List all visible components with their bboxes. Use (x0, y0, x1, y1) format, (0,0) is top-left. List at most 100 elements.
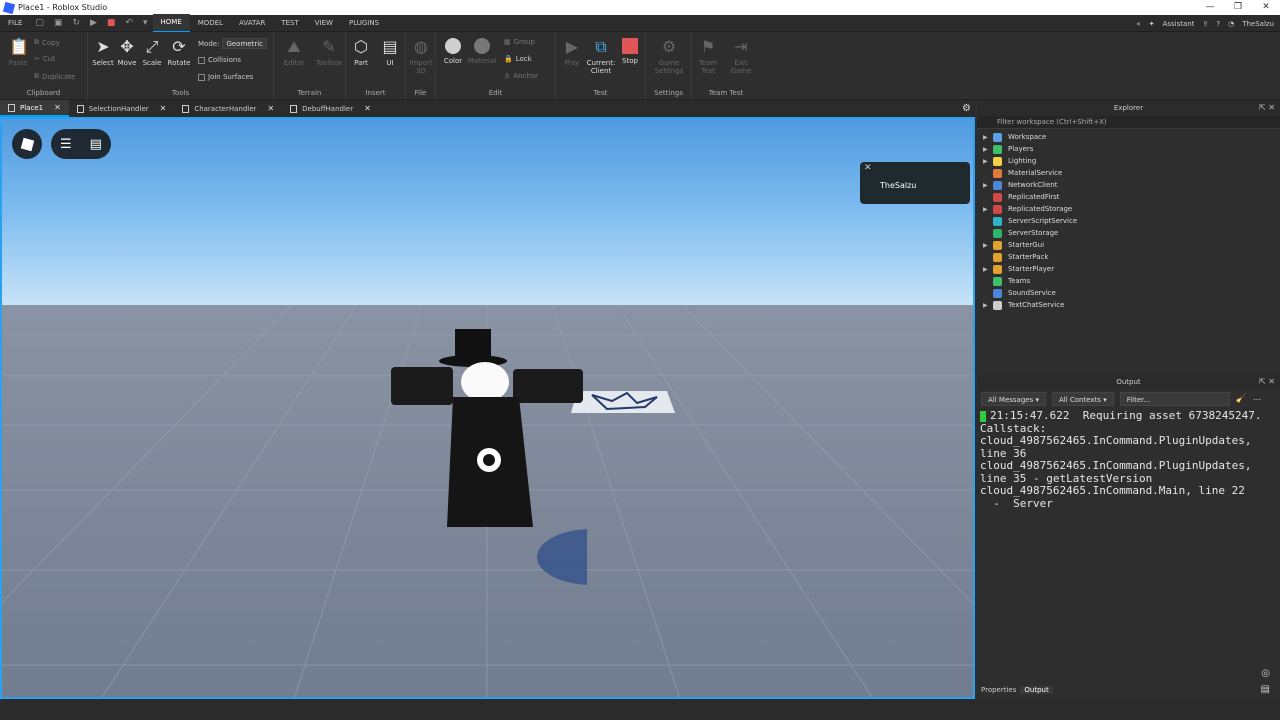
explorer-item[interactable]: ▶ TextChatService (977, 299, 1280, 311)
share-icon[interactable]: ⇪ (1202, 20, 1208, 28)
explorer-item[interactable]: ▶ ReplicatedStorage (977, 203, 1280, 215)
import-3d-button[interactable]: ◍ Import 3D (406, 38, 436, 76)
copy-button[interactable]: ⧉ Copy (34, 38, 60, 47)
player-character[interactable] (387, 327, 587, 627)
tab-plugins[interactable]: PLUGINS (341, 15, 387, 32)
expand-arrow-icon[interactable]: ▶ (983, 134, 993, 141)
tab-properties[interactable]: Properties (977, 686, 1020, 694)
close-icon[interactable]: ✕ (864, 163, 872, 173)
close-window-button[interactable]: ✕ (1252, 0, 1280, 15)
explorer-item[interactable]: ▶ StarterGui (977, 239, 1280, 251)
toolbox-button[interactable]: ✎ Toolbox (314, 38, 344, 68)
join-surfaces-checkbox[interactable] (198, 73, 205, 81)
tab-test[interactable]: TEST (273, 15, 306, 32)
explorer-item[interactable]: MaterialService (977, 167, 1280, 179)
mode-dropdown[interactable]: Geometric (222, 38, 267, 49)
panel-controls[interactable]: ⇱ ✕ (1259, 374, 1275, 390)
play-button[interactable]: ▶ Play (557, 38, 587, 68)
viewport-settings-gear-icon[interactable]: ⚙ (962, 103, 971, 114)
help-icon[interactable]: ? (1216, 20, 1220, 28)
scale-tool-button[interactable]: ⤢ Scale (137, 38, 167, 68)
chat-icon[interactable]: ▤ (90, 137, 102, 152)
terrain-editor-button[interactable]: ⛰ Editor (279, 38, 309, 68)
tab-characterhandler[interactable]: CharacterHandler ✕ (174, 100, 282, 117)
tab-place1[interactable]: Place1 ✕ (0, 100, 69, 117)
ui-button[interactable]: ▤ UI (375, 38, 405, 68)
tab-selectionhandler[interactable]: SelectionHandler ✕ (69, 100, 175, 117)
explorer-item[interactable]: ServerScriptService (977, 215, 1280, 227)
explorer-item[interactable]: SoundService (977, 287, 1280, 299)
assistant-button[interactable]: Assistant (1163, 20, 1195, 28)
cut-button[interactable]: ✂ Cut (34, 55, 55, 63)
explorer-item[interactable]: ▶ StarterPlayer (977, 263, 1280, 275)
user-menu[interactable]: TheSalzu (1242, 20, 1274, 28)
explorer-item[interactable]: ▶ Players (977, 143, 1280, 155)
expand-icon[interactable]: « (1136, 20, 1140, 28)
output-filter-input[interactable]: Filter... (1119, 392, 1230, 406)
explorer-item[interactable]: StarterPack (977, 251, 1280, 263)
tab-output[interactable]: Output (1020, 686, 1053, 694)
lock-button[interactable]: 🔒 Lock (504, 55, 532, 63)
play-icon[interactable]: ▶ (85, 18, 102, 28)
expand-arrow-icon[interactable]: ▶ (983, 206, 993, 213)
group-button[interactable]: ▦ Group (504, 38, 535, 46)
expand-arrow-icon[interactable]: ▶ (983, 182, 993, 189)
notes-icon[interactable]: ▤ (1257, 684, 1274, 695)
close-tab-icon[interactable]: ✕ (364, 104, 371, 113)
expand-arrow-icon[interactable]: ▶ (983, 242, 993, 249)
explorer-item[interactable]: ▶ Workspace (977, 131, 1280, 143)
expand-arrow-icon[interactable]: ▶ (983, 302, 993, 309)
explorer-item[interactable]: ▶ NetworkClient (977, 179, 1280, 191)
3d-viewport[interactable]: ☰ ▤ ✕ TheSalzu (0, 117, 975, 699)
new-file-icon[interactable]: ▢ (30, 18, 49, 28)
stop-button[interactable]: Stop (615, 38, 645, 65)
stop-icon[interactable]: ■ (102, 18, 121, 28)
explorer-item[interactable]: Teams (977, 275, 1280, 287)
collisions-toggle[interactable]: Collisions (198, 56, 241, 64)
tab-view[interactable]: VIEW (307, 15, 341, 32)
expand-arrow-icon[interactable]: ▶ (983, 146, 993, 153)
notifications-icon[interactable]: ◔ (1228, 20, 1234, 28)
close-tab-icon[interactable]: ✕ (54, 103, 61, 112)
explorer-item[interactable]: ▶ Lighting (977, 155, 1280, 167)
hamburger-menu-icon[interactable]: ☰ (60, 137, 72, 152)
messages-filter-dropdown[interactable]: All Messages ▾ (981, 392, 1046, 406)
redo-icon[interactable]: ↻ (67, 18, 85, 28)
file-menu[interactable]: FILE (0, 15, 30, 32)
rotate-tool-button[interactable]: ⟳ Rotate (164, 38, 194, 68)
join-surfaces-toggle[interactable]: Join Surfaces (198, 73, 253, 81)
paste-button[interactable]: 📋 Paste (3, 38, 33, 68)
panel-controls[interactable]: ⇱ ✕ (1259, 100, 1275, 116)
close-tab-icon[interactable]: ✕ (267, 104, 274, 113)
material-button[interactable]: Material (467, 38, 497, 65)
assistant-dock-icon[interactable]: ◎ (1257, 668, 1274, 679)
roblox-menu-button[interactable] (12, 129, 42, 159)
save-icon[interactable]: ▣ (49, 18, 68, 28)
part-button[interactable]: ⬡ Part (346, 38, 376, 68)
collisions-checkbox[interactable] (198, 56, 205, 64)
duplicate-button[interactable]: ⧉ Duplicate (34, 72, 75, 81)
customize-chevron-icon[interactable]: ▾ (138, 18, 153, 28)
tab-avatar[interactable]: AVATAR (231, 15, 273, 32)
minimize-button[interactable]: — (1196, 0, 1224, 15)
maximize-button[interactable]: ❐ (1224, 0, 1252, 15)
expand-arrow-icon[interactable]: ▶ (983, 266, 993, 273)
explorer-item[interactable]: ReplicatedFirst (977, 191, 1280, 203)
tab-home[interactable]: HOME (152, 13, 190, 33)
current-client-button[interactable]: ⧉ Current: Client (584, 38, 618, 76)
mode-selector[interactable]: Mode: Geometric (198, 38, 267, 49)
clear-output-icon[interactable]: 🧹 (1236, 394, 1247, 404)
color-button[interactable]: Color (438, 38, 468, 65)
explorer-item[interactable]: ServerStorage (977, 227, 1280, 239)
game-settings-button[interactable]: ⚙ Game Settings (654, 38, 684, 76)
contexts-filter-dropdown[interactable]: All Contexts ▾ (1051, 392, 1114, 406)
tab-debuffhandler[interactable]: DebuffHandler ✕ (282, 100, 379, 117)
explorer-filter-input[interactable]: Filter workspace (Ctrl+Shift+X) (977, 116, 1280, 129)
team-test-button[interactable]: ⚑ Team Test (693, 38, 723, 76)
close-tab-icon[interactable]: ✕ (160, 104, 167, 113)
expand-arrow-icon[interactable]: ▶ (983, 158, 993, 165)
more-options-icon[interactable]: ⋯ (1253, 395, 1261, 404)
undo-icon[interactable]: ↶ (120, 18, 138, 28)
exit-game-button[interactable]: ⇥ Exit Game (726, 38, 756, 76)
tab-model[interactable]: MODEL (190, 15, 231, 32)
